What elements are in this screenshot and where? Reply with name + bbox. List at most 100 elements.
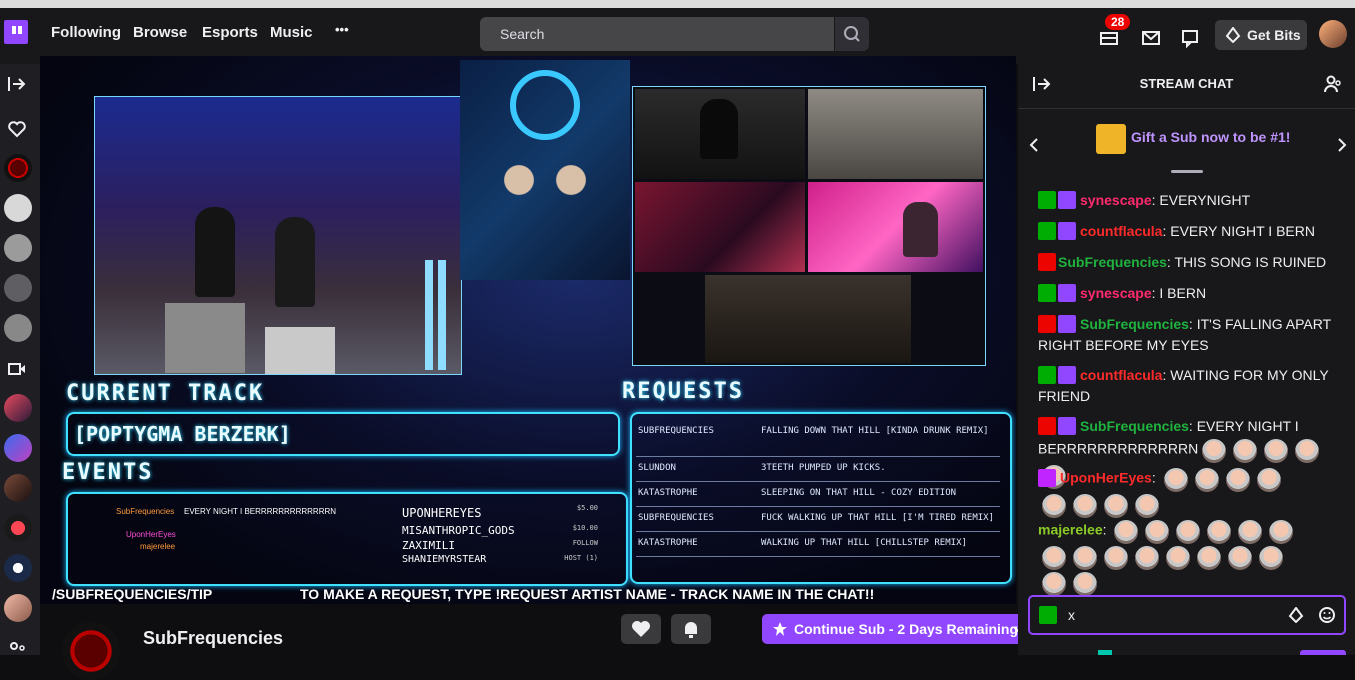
whispers-icon[interactable] [1179, 26, 1207, 54]
bernie-emote-icon [1194, 468, 1219, 492]
event-value-2: $10.00 [572, 524, 598, 532]
nav-esports[interactable]: Esports [202, 24, 258, 41]
channel-avatar-8[interactable] [4, 474, 32, 502]
continue-sub-label: Continue Sub - 2 Days Remaining [794, 621, 1019, 637]
performer-silhouette-2 [275, 217, 315, 307]
request-track: FUCK WALKING UP THAT HILL [I'M TIRED REM… [761, 513, 994, 523]
community-icon[interactable] [1323, 74, 1343, 94]
moderator-badge-icon [1038, 222, 1056, 240]
chat-message: SubFrequencies: THIS SONG IS RUINED [1038, 252, 1338, 273]
bits-cheer-icon[interactable] [1288, 607, 1304, 623]
chat-drag-handle[interactable] [1171, 170, 1203, 173]
chat-message: countflacula: WAITING FOR MY ONLY FRIEND [1038, 366, 1329, 404]
chat-username[interactable]: SubFrequencies [1080, 316, 1189, 332]
chat-header-divider [1018, 108, 1355, 109]
chat-text: EVERY NIGHT I BERN [1170, 223, 1315, 239]
search-input[interactable]: Search [480, 17, 834, 51]
chevron-right-icon[interactable] [1336, 137, 1348, 153]
notifications-icon[interactable] [1097, 26, 1125, 54]
bernie-emote-icon [1104, 546, 1128, 570]
nav-browse[interactable]: Browse [133, 24, 187, 41]
chat-input[interactable]: x [1028, 595, 1346, 635]
chat-username[interactable]: synescape [1080, 285, 1152, 301]
channel-avatar-10[interactable] [4, 554, 32, 582]
channel-avatar-4[interactable] [4, 274, 32, 302]
inbox-icon[interactable] [1139, 26, 1167, 54]
user-avatar[interactable] [1319, 20, 1347, 48]
channel-avatar-9[interactable] [4, 514, 32, 542]
more-menu-icon[interactable]: ••• [335, 22, 349, 37]
bernie-emote-icon [1042, 546, 1066, 570]
chat-username[interactable]: synescape [1080, 192, 1152, 208]
search-button[interactable] [835, 17, 869, 51]
events-label: EVENTS [62, 460, 154, 485]
laptop-prop [165, 303, 245, 373]
request-track: FALLING DOWN THAT HILL [KINDA DRUNK REMI… [761, 426, 989, 436]
bernie-emote-icon [1225, 468, 1250, 492]
request-row: SLUNDON 3TEETH PUMPED UP KICKS. [636, 457, 1000, 482]
bernie-emote-icon [1197, 546, 1221, 570]
channel-avatar-subfrequencies[interactable] [4, 154, 32, 182]
bernie-emote-icon [1233, 439, 1258, 463]
moderator-badge-icon [1038, 366, 1056, 384]
subscriber-badge-icon [1058, 191, 1076, 209]
bernie-emote-icon [1145, 520, 1170, 544]
top-navigation-bar: Following Browse Esports Music ••• Searc… [0, 0, 1355, 64]
chat-message: countflacula: EVERY NIGHT I BERN [1038, 221, 1338, 242]
bernie-emote-icon [1135, 546, 1159, 570]
follow-button[interactable] [621, 614, 661, 644]
notification-bell-button[interactable] [671, 614, 711, 644]
chat-header-title: STREAM CHAT [1139, 76, 1234, 91]
emote-picker-icon[interactable] [1318, 606, 1336, 624]
channel-avatar-7[interactable] [4, 434, 32, 462]
broadcaster-badge-icon [1038, 315, 1056, 333]
request-user: KATASTROPHE [638, 538, 698, 548]
chevron-left-icon[interactable] [1028, 137, 1040, 153]
bernie-emote-icon [1176, 520, 1201, 544]
bernie-emote-icon [1042, 572, 1066, 596]
chat-username[interactable]: UponHerEyes [1060, 470, 1152, 486]
request-track: 3TEETH PUMPED UP KICKS. [761, 463, 886, 473]
nav-following[interactable]: Following [51, 24, 121, 41]
gift-sub-promo[interactable]: Gift a Sub now to be #1! [1131, 129, 1290, 145]
recommended-friends-icon[interactable] [7, 641, 27, 655]
meme-faces-graphic [480, 150, 610, 210]
chat-username[interactable]: SubFrequencies [1080, 418, 1189, 434]
mini-chat-text-1: EVERY NIGHT I BERRRRRRRRRRRRRN [184, 507, 337, 516]
channel-avatar-11[interactable] [4, 594, 32, 622]
channel-points-button[interactable] [1098, 650, 1112, 655]
channel-avatar-2[interactable] [4, 194, 32, 222]
chat-username[interactable]: majerelee [1038, 522, 1103, 538]
channel-avatar-5[interactable] [4, 314, 32, 342]
channel-avatar-6[interactable] [4, 394, 32, 422]
center-graphic [460, 60, 630, 280]
gift-icon [1096, 124, 1126, 154]
broadcaster-badge-icon [1038, 417, 1056, 435]
moderator-badge-icon [1039, 606, 1057, 624]
video-camera-icon[interactable] [7, 359, 27, 379]
nav-music[interactable]: Music [270, 24, 313, 41]
mini-chat-user-2: UponHerEyes [126, 530, 176, 539]
followed-heart-icon[interactable] [7, 119, 27, 139]
channel-name[interactable]: SubFrequencies [143, 628, 283, 649]
chat-username[interactable]: countflacula [1080, 223, 1162, 239]
chat-username[interactable]: countflacula [1080, 367, 1162, 383]
equalizer-bars [425, 260, 450, 370]
chat-username[interactable]: SubFrequencies [1058, 254, 1167, 270]
guest-camera-grid [632, 86, 986, 366]
channel-avatar-3[interactable] [4, 234, 32, 262]
request-instructions-text: TO MAKE A REQUEST, TYPE !REQUEST ARTIST … [300, 586, 875, 602]
twitch-logo-icon[interactable] [4, 20, 28, 44]
performer-silhouette-1 [195, 207, 235, 297]
subscriber-badge-icon [1058, 315, 1076, 333]
channel-avatar-large[interactable] [62, 622, 120, 680]
bernie-emote-icon [1259, 546, 1283, 570]
chat-send-button[interactable] [1300, 650, 1346, 655]
expand-sidebar-icon[interactable] [7, 74, 27, 94]
get-bits-button[interactable]: Get Bits [1215, 20, 1307, 50]
chat-message: synescape: I BERN [1038, 283, 1338, 304]
main-camera-feed [94, 96, 462, 375]
video-player[interactable]: CURRENT TRACK [POPTYGMA BERZERK] EVENTS … [40, 56, 1016, 604]
continue-sub-button[interactable]: Continue Sub - 2 Days Remaining [762, 614, 1037, 644]
bernie-emote-icon [1295, 439, 1320, 463]
